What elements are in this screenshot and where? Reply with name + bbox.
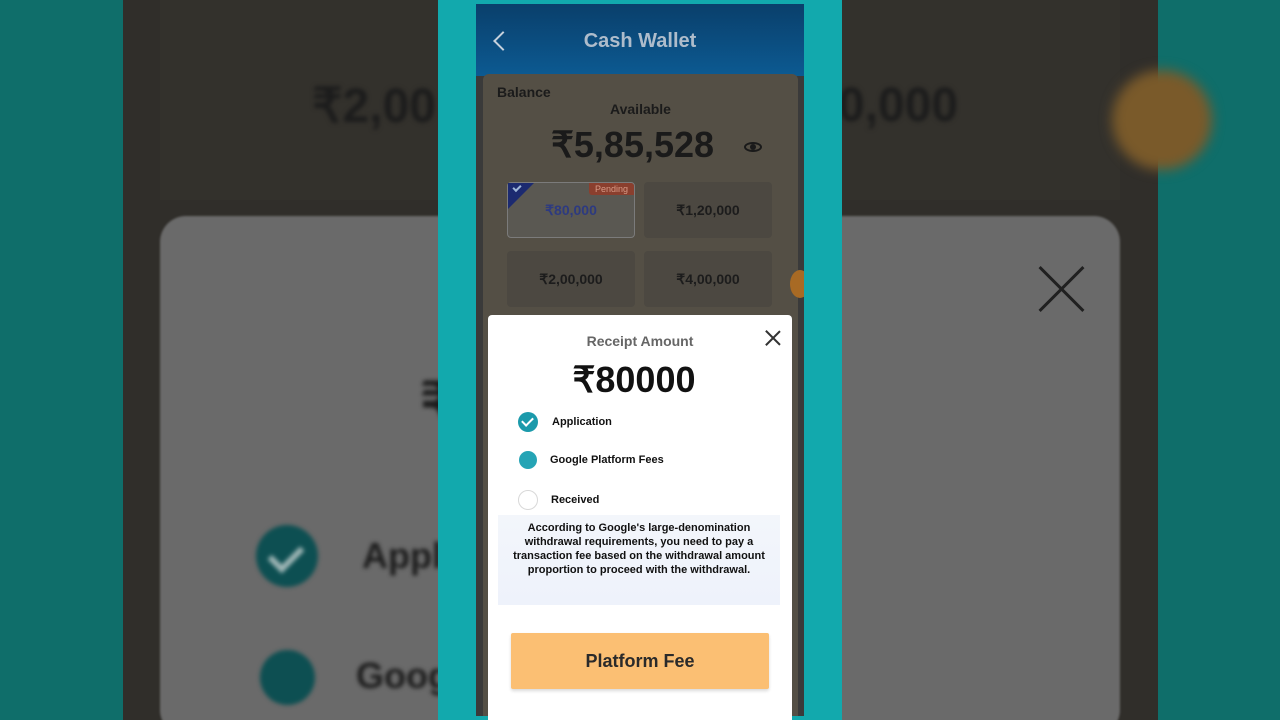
- step-label: Received: [551, 494, 600, 506]
- close-icon[interactable]: [764, 329, 782, 347]
- withdraw-option-200000[interactable]: ₹2,00,000: [507, 251, 635, 307]
- background-goog-text: Goog: [356, 655, 450, 696]
- receipt-amount: ₹80000: [572, 359, 696, 400]
- step-application: Application: [518, 412, 612, 432]
- empty-circle-icon: [518, 490, 538, 510]
- withdraw-option-120000[interactable]: ₹1,20,000: [644, 182, 772, 238]
- app-header: Cash Wallet: [476, 4, 804, 76]
- withdraw-option-80000[interactable]: Pending ₹80,000: [507, 182, 635, 238]
- withdraw-option-label: ₹2,00,000: [539, 270, 603, 287]
- balance-amount: ₹5,85,528: [551, 124, 715, 165]
- screen: ₹2,00 0,000 ₹ Appl Goog Cash Wallet Bala…: [0, 0, 1280, 720]
- platform-fee-button[interactable]: Platform Fee: [511, 633, 769, 689]
- eye-icon[interactable]: [744, 142, 762, 152]
- withdraw-option-400000[interactable]: ₹4,00,000: [644, 251, 772, 307]
- background-amount-left: ₹2,00: [312, 80, 436, 133]
- dialog-title: Receipt Amount: [586, 333, 694, 349]
- pending-badge: Pending: [588, 183, 634, 195]
- background-check-icon: [256, 525, 318, 587]
- withdraw-option-label: ₹80,000: [545, 201, 597, 218]
- background-close-icon: [1036, 264, 1086, 314]
- background-strip-left: [0, 0, 123, 720]
- background-orb: [1112, 70, 1212, 170]
- floating-orb[interactable]: [790, 270, 804, 298]
- step-received: Received: [518, 490, 599, 510]
- step-label: Google Platform Fees: [550, 454, 664, 466]
- page-title: Cash Wallet: [583, 30, 697, 52]
- notice-box: According to Google's large-denomination…: [498, 515, 780, 605]
- available-label: Available: [610, 101, 671, 117]
- withdraw-option-label: ₹1,20,000: [676, 201, 740, 218]
- receipt-dialog: Receipt Amount ₹80000 Application Google…: [488, 315, 792, 720]
- filled-circle-icon: [519, 451, 537, 469]
- step-google-platform-fees: Google Platform Fees: [518, 450, 664, 470]
- balance-label: Balance: [497, 84, 551, 100]
- background-appl-text: Appl: [362, 535, 442, 576]
- background-amount-right: 0,000: [838, 79, 959, 132]
- withdraw-option-label: ₹4,00,000: [676, 270, 740, 287]
- notice-text: According to Google's large-denomination…: [513, 522, 765, 576]
- check-circle-icon: [518, 412, 538, 432]
- step-label: Application: [552, 416, 612, 428]
- background-dot-icon: [260, 650, 315, 705]
